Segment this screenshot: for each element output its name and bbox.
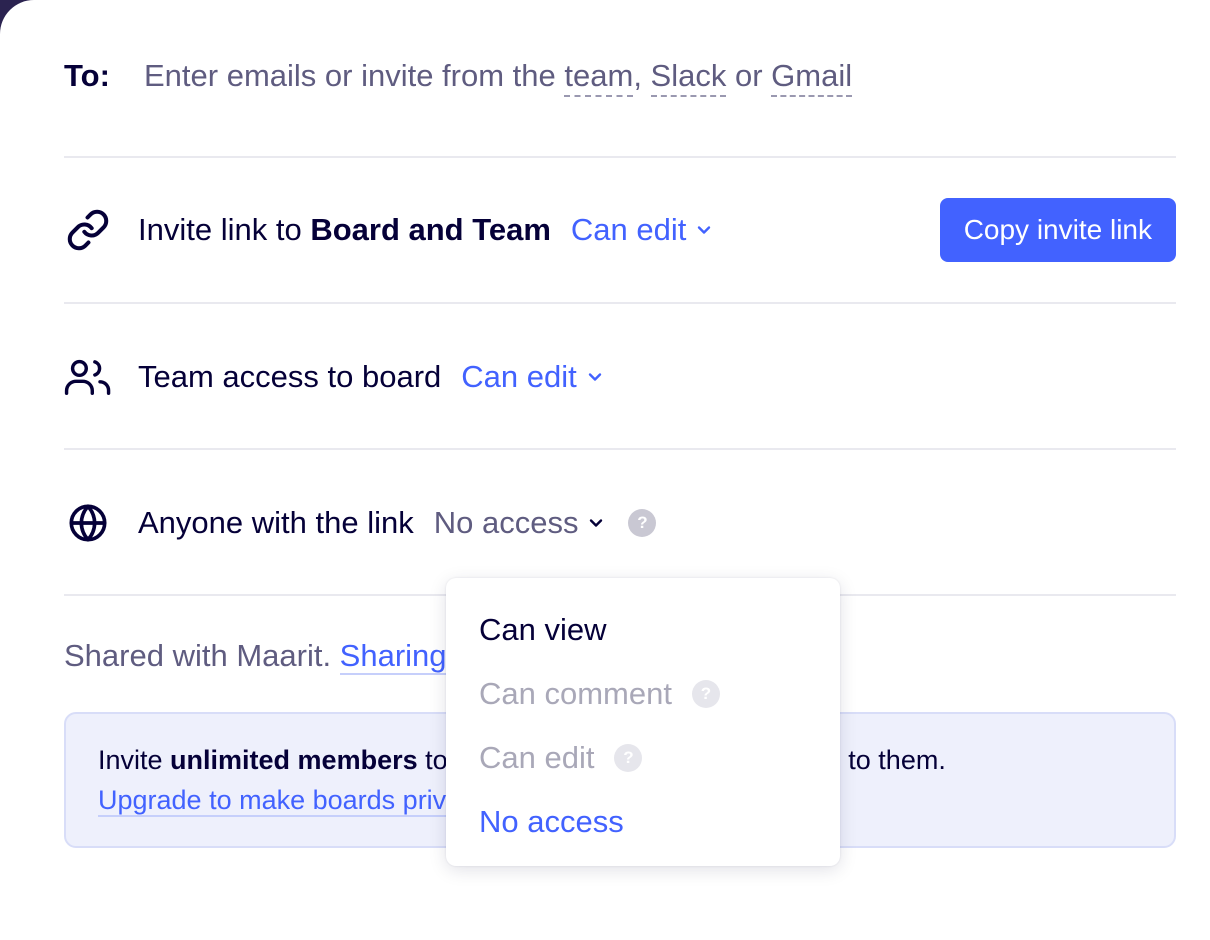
invite-link-label: Invite link to Board and Team bbox=[138, 212, 551, 248]
copy-invite-link-button[interactable]: Copy invite link bbox=[939, 198, 1176, 262]
chevron-down-icon bbox=[590, 519, 603, 527]
help-icon[interactable]: ? bbox=[614, 744, 643, 772]
invite-link-target: Board and Team bbox=[310, 212, 551, 247]
invite-link-row: Invite link to Board and Team Can edit C… bbox=[64, 198, 1176, 262]
to-label: To: bbox=[64, 58, 110, 93]
to-row[interactable]: To: Enter emails or invite from the team… bbox=[64, 58, 1176, 97]
slack-link[interactable]: Slack bbox=[650, 58, 727, 97]
menu-item-label: Can edit bbox=[479, 740, 595, 775]
team-link[interactable]: team bbox=[564, 58, 634, 97]
help-icon[interactable]: ? bbox=[691, 680, 720, 708]
separator-comma: , bbox=[633, 58, 651, 93]
menu-item-label: Can view bbox=[479, 612, 607, 647]
divider bbox=[64, 448, 1176, 450]
invite-link-permission-dropdown[interactable]: Can edit bbox=[571, 212, 712, 248]
chevron-down-icon bbox=[698, 226, 711, 234]
share-dialog: To: Enter emails or invite from the team… bbox=[0, 0, 1210, 940]
invite-input[interactable]: Enter emails or invite from the team, Sl… bbox=[144, 58, 853, 97]
banner-prefix: Invite bbox=[98, 745, 171, 775]
anyone-permission-label: No access bbox=[433, 505, 579, 540]
anyone-label: Anyone with the link bbox=[138, 505, 414, 540]
menu-item-label: No access bbox=[479, 804, 624, 839]
anyone-row: Anyone with the link No access ? bbox=[64, 498, 1176, 548]
menu-item-can-view[interactable]: Can view bbox=[446, 598, 840, 662]
team-access-permission-dropdown[interactable]: Can edit bbox=[461, 359, 602, 395]
help-icon[interactable]: ? bbox=[628, 509, 657, 537]
team-access-row: Team access to board Can edit bbox=[64, 352, 1176, 402]
divider bbox=[64, 302, 1176, 304]
invite-placeholder: Enter emails or invite from the bbox=[144, 58, 565, 93]
banner-bold: unlimited members bbox=[170, 745, 418, 775]
menu-item-no-access[interactable]: No access bbox=[446, 790, 840, 854]
permission-menu: Can view Can comment ? Can edit ? No acc… bbox=[446, 578, 840, 866]
globe-icon bbox=[64, 499, 112, 547]
chevron-down-icon bbox=[588, 373, 601, 381]
invite-link-permission-label: Can edit bbox=[570, 212, 687, 247]
upgrade-link-text[interactable]: Upgrade to make boards private bbox=[98, 785, 484, 817]
team-icon bbox=[64, 353, 112, 401]
gmail-link[interactable]: Gmail bbox=[771, 58, 853, 97]
shared-with-label: Shared with Maarit. bbox=[64, 638, 340, 673]
anyone-permission-dropdown[interactable]: No access bbox=[434, 505, 605, 541]
menu-item-label: Can comment bbox=[479, 676, 672, 711]
divider bbox=[64, 156, 1176, 158]
link-icon bbox=[64, 206, 112, 254]
menu-item-can-edit: Can edit ? bbox=[446, 726, 840, 790]
menu-item-can-comment: Can comment ? bbox=[446, 662, 840, 726]
invite-link-prefix: Invite link to bbox=[138, 212, 311, 247]
team-access-permission-label: Can edit bbox=[461, 359, 577, 394]
team-access-label: Team access to board bbox=[138, 359, 442, 394]
separator-or: or bbox=[726, 58, 772, 93]
